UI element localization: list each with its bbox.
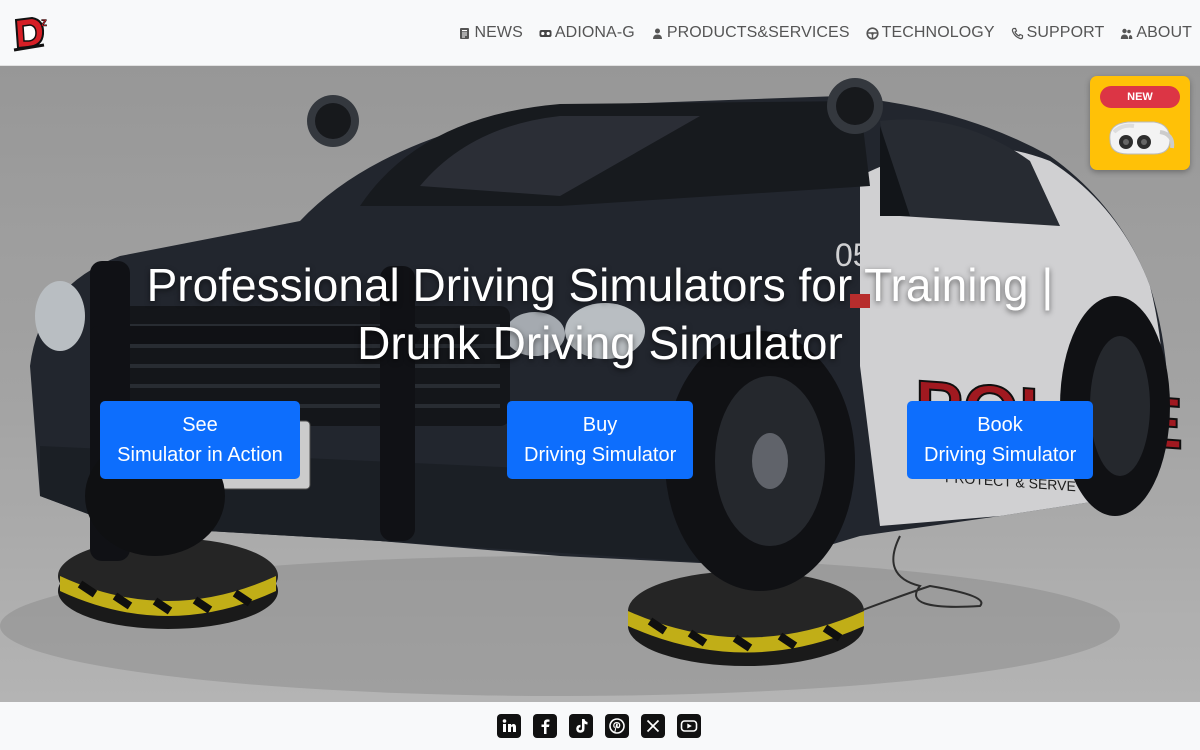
buy-simulator-button-line1: Buy: [582, 414, 618, 436]
phone-icon: [1011, 27, 1023, 39]
dz-logo[interactable]: z: [10, 12, 54, 54]
see-simulator-button-line2: Simulator in Action: [117, 444, 283, 466]
vr-headset-icon: [539, 29, 552, 37]
nav-adiona-g-label: ADIONA-G: [554, 24, 635, 41]
people-icon: [1121, 28, 1133, 39]
book-simulator-button-line1: Book: [977, 414, 1023, 436]
hero-section: POLICE PROTECT & SERVE 055 Professional …: [0, 66, 1200, 702]
book-simulator-button-line2: Driving Simulator: [924, 444, 1077, 466]
new-product-badge[interactable]: NEW: [1090, 76, 1190, 170]
hero-overlay: [0, 66, 1200, 702]
nav-about[interactable]: ABOUT: [1120, 24, 1192, 42]
nav-technology-label: TECHNOLOGY: [881, 24, 995, 41]
nav-about-label: ABOUT: [1136, 24, 1192, 41]
newspaper-icon: [460, 27, 470, 39]
x-icon[interactable]: [641, 714, 665, 738]
book-simulator-button[interactable]: Book Driving Simulator: [907, 401, 1093, 479]
main-nav: NEWS ADIONA-G PRODUCTS&SERVICES TECHNOLO…: [442, 0, 1192, 66]
page-title-line1: Professional Driving Simulators for Trai…: [146, 259, 1054, 311]
social-links: [497, 714, 713, 738]
page-title-line2: Drunk Driving Simulator: [357, 317, 843, 369]
page-title: Professional Driving Simulators for Trai…: [100, 256, 1100, 372]
buy-simulator-button-line2: Driving Simulator: [524, 444, 677, 466]
nav-support[interactable]: SUPPORT: [1011, 24, 1105, 42]
linkedin-icon[interactable]: [497, 714, 521, 738]
nav-adiona-g[interactable]: ADIONA-G: [539, 24, 635, 42]
svg-text:z: z: [41, 15, 47, 29]
nav-news[interactable]: NEWS: [458, 24, 523, 42]
see-simulator-button-line1: See: [182, 414, 218, 436]
nav-technology[interactable]: TECHNOLOGY: [865, 24, 995, 42]
vr-headset-image: [1109, 121, 1175, 155]
tiktok-icon[interactable]: [569, 714, 593, 738]
footer: [0, 702, 1200, 750]
youtube-icon[interactable]: [677, 714, 701, 738]
nav-products-services[interactable]: PRODUCTS&SERVICES: [651, 24, 850, 42]
new-label: NEW: [1100, 86, 1180, 108]
nav-support-label: SUPPORT: [1026, 24, 1105, 41]
facebook-icon[interactable]: [533, 714, 557, 738]
nav-products-services-label: PRODUCTS&SERVICES: [666, 24, 850, 41]
person-icon: [652, 28, 662, 39]
pinterest-icon[interactable]: [605, 714, 629, 738]
buy-simulator-button[interactable]: Buy Driving Simulator: [507, 401, 693, 479]
see-simulator-button[interactable]: See Simulator in Action: [100, 401, 300, 479]
top-navbar: z NEWS ADIONA-G PRODUCTS&SERVICES TECHNO…: [0, 0, 1200, 66]
nav-news-label: NEWS: [474, 24, 523, 41]
steering-wheel-icon: [865, 26, 879, 40]
